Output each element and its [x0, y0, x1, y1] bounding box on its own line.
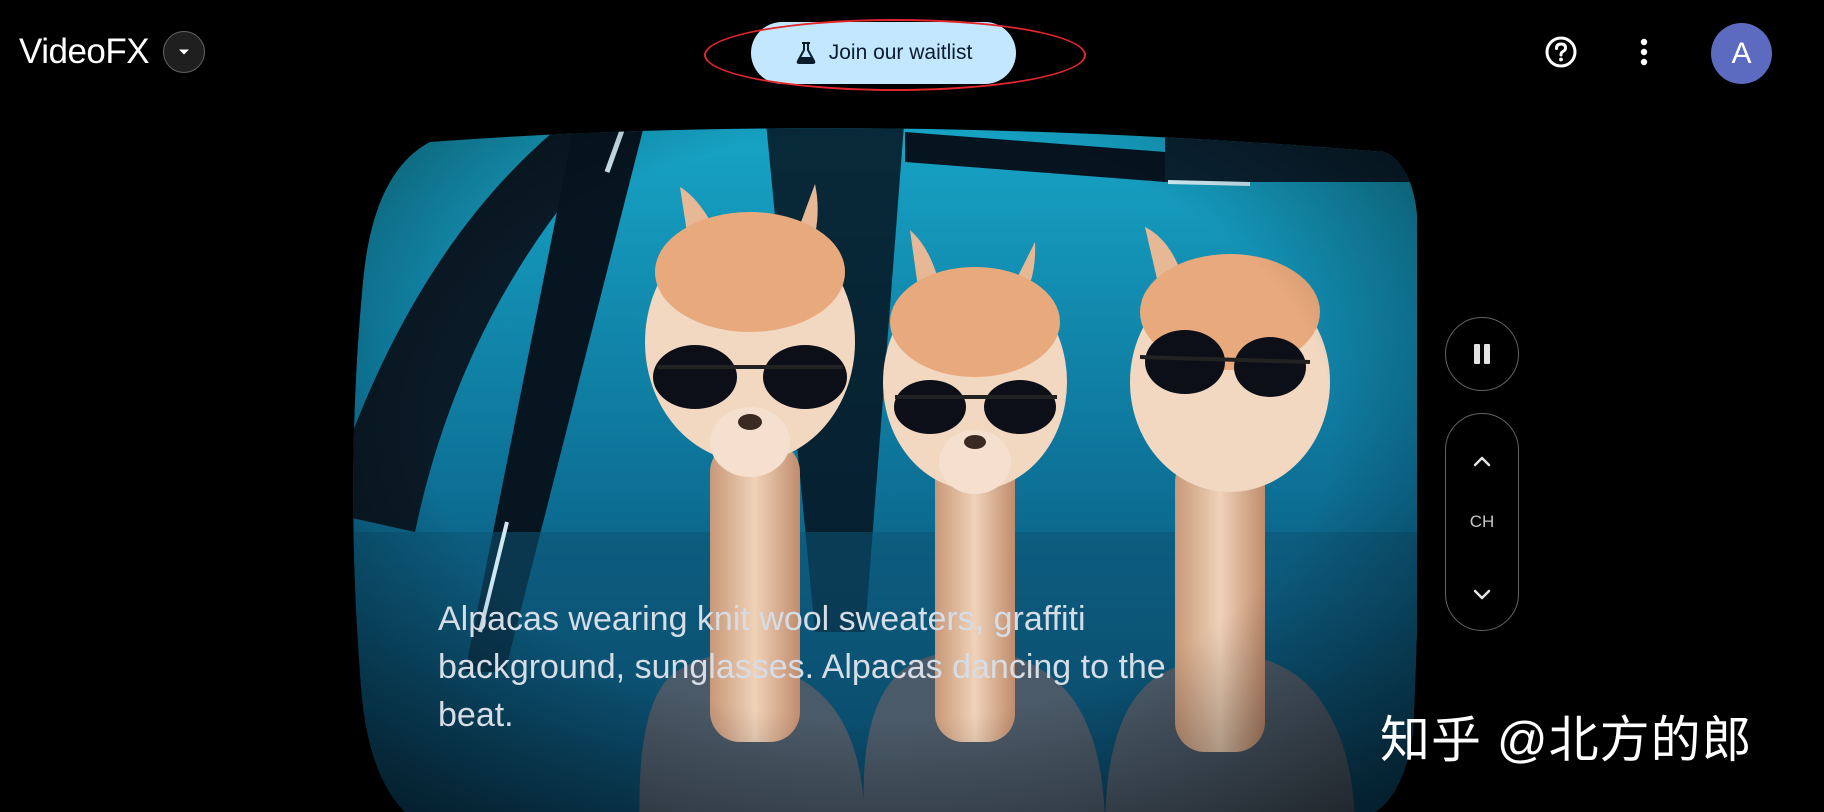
account-avatar[interactable]: A: [1711, 23, 1772, 84]
app-switcher-button[interactable]: [163, 31, 206, 73]
more-vert-icon: [1640, 38, 1648, 66]
help-icon: [1545, 36, 1577, 68]
join-waitlist-button[interactable]: Join our waitlist: [751, 22, 1016, 84]
join-waitlist-label: Join our waitlist: [828, 41, 973, 64]
app-title: VideoFX: [19, 32, 150, 71]
app-brand: VideoFX: [19, 28, 206, 76]
more-options-button[interactable]: [1622, 30, 1666, 74]
channel-label: CH: [1469, 512, 1495, 531]
help-button[interactable]: [1539, 30, 1583, 74]
pause-icon: [1474, 344, 1490, 364]
pause-button[interactable]: [1445, 317, 1519, 391]
chevron-up-icon: [1473, 456, 1491, 467]
flask-icon: [796, 42, 816, 64]
watermark-text: 知乎 @北方的郎: [1380, 712, 1753, 768]
chevron-down-icon: [179, 49, 190, 55]
chevron-down-icon: [1473, 589, 1491, 600]
channel-up-button[interactable]: [1446, 436, 1518, 486]
video-caption: Alpacas wearing knit wool sweaters, graf…: [438, 600, 1166, 734]
channel-down-button[interactable]: [1446, 570, 1518, 620]
channel-control: CH: [1445, 413, 1519, 631]
